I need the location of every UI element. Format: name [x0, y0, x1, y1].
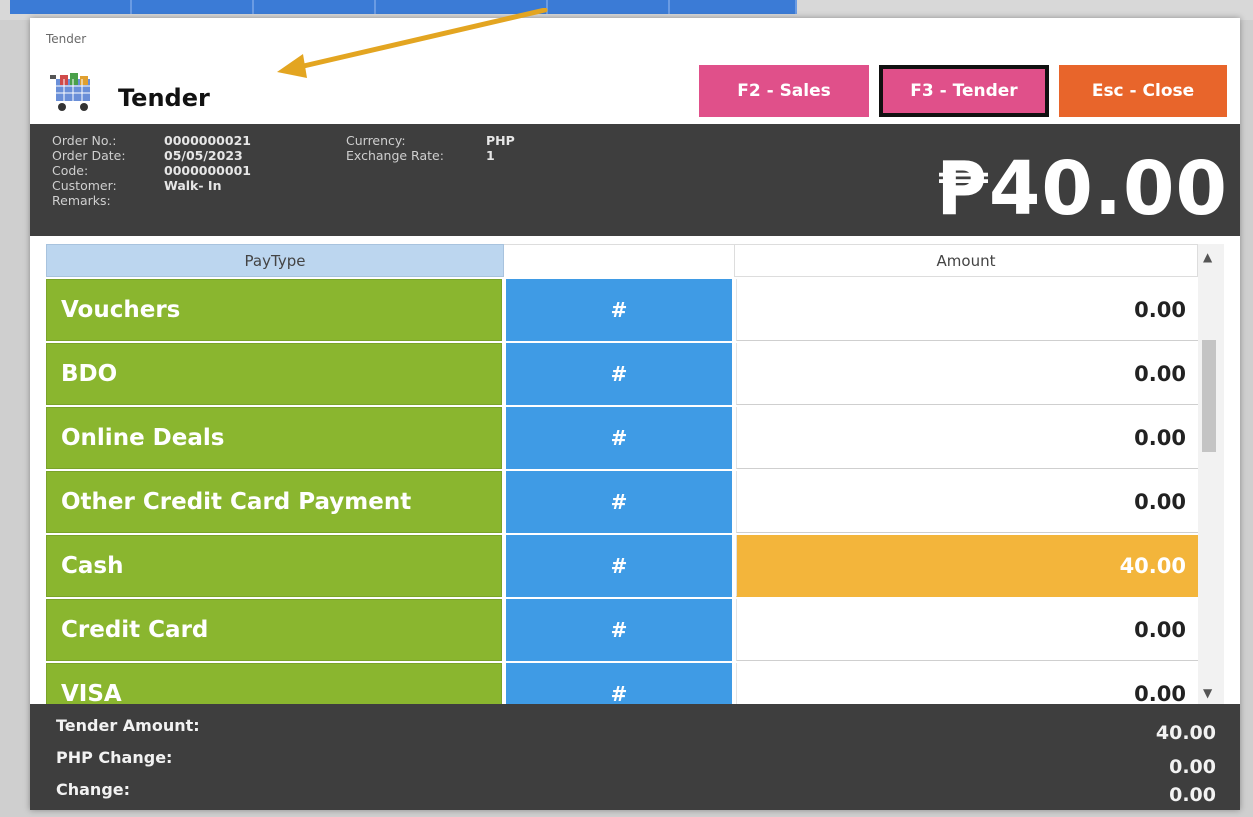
table-row[interactable]: VISA # 0.00 [46, 663, 1198, 704]
table-row-selected[interactable]: Cash # 40.00 [46, 535, 1198, 599]
hash-button[interactable]: # [506, 279, 732, 341]
hash-button[interactable]: # [506, 343, 732, 405]
tender-amount-value: 40.00 [1155, 722, 1216, 744]
customer-label: Customer: [52, 178, 117, 193]
page-title: Tender [118, 84, 210, 112]
hash-button[interactable]: # [506, 599, 732, 661]
table-row[interactable]: Online Deals # 0.00 [46, 407, 1198, 471]
table-row[interactable]: Vouchers # 0.00 [46, 279, 1198, 343]
paytype-cell[interactable]: Other Credit Card Payment [46, 471, 502, 533]
order-no-value: 0000000021 [164, 133, 251, 148]
close-button[interactable]: Esc - Close [1059, 65, 1227, 117]
background-tab [132, 0, 254, 14]
paytype-cell[interactable]: Vouchers [46, 279, 502, 341]
chevron-down-icon[interactable]: ▼ [1203, 686, 1212, 700]
amount-cell[interactable]: 0.00 [736, 279, 1198, 341]
tender-dialog: Tender Tender F2 - Sales F3 - Tender Esc… [30, 8, 1240, 810]
total-amount: ₱40.00 [936, 146, 1228, 232]
hash-button[interactable]: # [506, 663, 732, 704]
code-value: 0000000001 [164, 163, 251, 178]
amount-cell[interactable]: 0.00 [736, 343, 1198, 405]
paytype-cell[interactable]: BDO [46, 343, 502, 405]
paytype-cell[interactable]: Cash [46, 535, 502, 597]
order-date-value: 05/05/2023 [164, 148, 243, 163]
amount-cell[interactable]: 0.00 [736, 599, 1198, 661]
exchange-rate-label: Exchange Rate: [346, 148, 444, 163]
hash-button[interactable]: # [506, 407, 732, 469]
paytype-cell[interactable]: VISA [46, 663, 502, 704]
table-row[interactable]: Credit Card # 0.00 [46, 599, 1198, 663]
table-row[interactable]: Other Credit Card Payment # 0.00 [46, 471, 1198, 535]
customer-value: Walk- In [164, 178, 222, 193]
order-date-label: Order Date: [52, 148, 126, 163]
grid-scrollbar[interactable]: ▲ ▼ [1198, 244, 1224, 704]
column-header-paytype[interactable]: PayType [46, 244, 504, 277]
background-app-strip [0, 0, 1253, 20]
column-header-blank[interactable] [504, 244, 734, 277]
order-no-label: Order No.: [52, 133, 117, 148]
background-tab [548, 0, 670, 14]
sales-button[interactable]: F2 - Sales [699, 65, 869, 117]
scrollbar-thumb[interactable] [1202, 340, 1216, 452]
hash-button[interactable]: # [506, 535, 732, 597]
hash-button[interactable]: # [506, 471, 732, 533]
annotation-arrow-icon [277, 8, 548, 78]
background-tab [10, 0, 132, 14]
currency-value: PHP [486, 133, 515, 148]
paytype-cell[interactable]: Online Deals [46, 407, 502, 469]
change-value: 0.00 [1169, 784, 1216, 806]
php-change-label: PHP Change: [56, 748, 173, 767]
change-label: Change: [56, 780, 131, 799]
currency-label: Currency: [346, 133, 406, 148]
exchange-rate-value: 1 [486, 148, 495, 163]
amount-cell[interactable]: 0.00 [736, 407, 1198, 469]
php-change-value: 0.00 [1169, 756, 1216, 778]
remarks-label: Remarks: [52, 193, 111, 208]
paytype-cell[interactable]: Credit Card [46, 599, 502, 661]
tender-button[interactable]: F3 - Tender [879, 65, 1049, 117]
tender-amount-label: Tender Amount: [56, 716, 200, 735]
code-label: Code: [52, 163, 89, 178]
amount-cell[interactable]: 0.00 [736, 663, 1198, 704]
table-row[interactable]: BDO # 0.00 [46, 343, 1198, 407]
amount-cell[interactable]: 0.00 [736, 471, 1198, 533]
tender-summary-panel: Tender Amount: 40.00 PHP Change: 0.00 Ch… [30, 704, 1240, 810]
amount-cell-selected[interactable]: 40.00 [736, 535, 1198, 597]
column-header-amount[interactable]: Amount [734, 244, 1198, 277]
order-info-panel: Order No.: 0000000021 Order Date: 05/05/… [30, 124, 1240, 236]
chevron-up-icon[interactable]: ▲ [1203, 250, 1212, 264]
window-title: Tender [46, 32, 87, 46]
shopping-cart-icon [50, 73, 90, 111]
background-tab [670, 0, 797, 14]
paytype-grid: PayType Amount Vouchers # 0.00 BDO # 0.0… [46, 244, 1198, 704]
